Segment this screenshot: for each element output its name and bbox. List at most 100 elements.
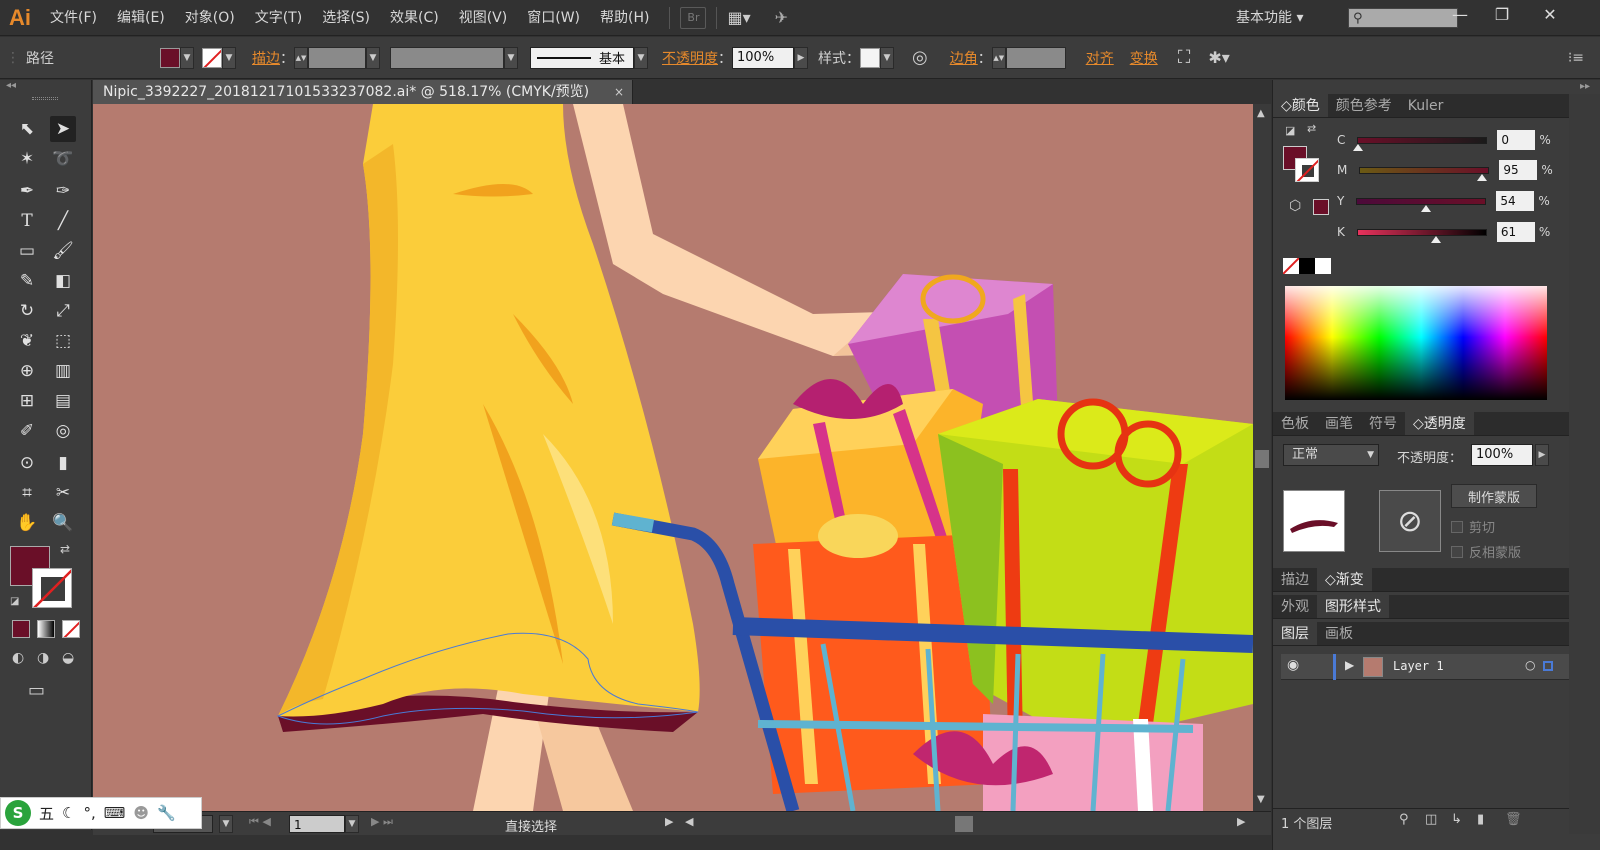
gradient-tool-icon[interactable]: ▤: [50, 388, 76, 414]
column-graph-tool-icon[interactable]: ▮: [50, 450, 76, 476]
curvature-tool-icon[interactable]: ✑: [50, 178, 76, 204]
object-thumbnail[interactable]: [1283, 490, 1345, 552]
cyan-slider-thumb[interactable]: [1353, 143, 1364, 151]
target-icon[interactable]: ○: [1525, 658, 1535, 672]
variable-width-profile[interactable]: [390, 46, 504, 69]
minimize-button[interactable]: —: [1440, 0, 1480, 28]
corner-stepper[interactable]: ▲▼: [991, 46, 1006, 69]
horizontal-scroll-thumb[interactable]: [955, 816, 973, 832]
artboard-canvas[interactable]: [93, 104, 1253, 811]
pen-tool-icon[interactable]: ✒: [14, 178, 40, 204]
menu-effect[interactable]: 效果(C): [380, 0, 449, 36]
fill-dropdown[interactable]: ▼: [180, 46, 194, 69]
panel-collapse-icon[interactable]: ◂◂: [6, 80, 16, 91]
tab-symbols[interactable]: 符号: [1361, 412, 1405, 435]
hscroll-left-icon[interactable]: ◀: [685, 815, 693, 828]
black-input[interactable]: 61: [1496, 222, 1535, 242]
tab-close-icon[interactable]: ×: [614, 80, 624, 104]
transform-link[interactable]: 变换: [1130, 48, 1158, 68]
transparency-opacity-input[interactable]: 100%: [1471, 444, 1533, 466]
tab-brushes[interactable]: 画笔: [1317, 412, 1361, 435]
graphic-style-swatch[interactable]: [860, 47, 880, 68]
none-mode-icon[interactable]: [62, 620, 80, 638]
panel-menu-icon[interactable]: ⁝≡: [1568, 50, 1584, 66]
warp-tool-icon[interactable]: ❦: [14, 328, 40, 354]
perspective-grid-tool-icon[interactable]: ▥: [50, 358, 76, 384]
menu-select[interactable]: 选择(S): [312, 0, 380, 36]
make-clipping-mask-icon[interactable]: ◫: [1425, 812, 1437, 827]
layer-name[interactable]: Layer 1: [1393, 659, 1444, 673]
menu-type[interactable]: 文字(T): [245, 0, 312, 36]
magenta-slider[interactable]: [1359, 166, 1490, 181]
tab-stroke[interactable]: 描边: [1273, 568, 1317, 591]
status-menu-icon[interactable]: ▶: [665, 815, 673, 828]
stroke-color-swatch[interactable]: [32, 568, 72, 608]
draw-behind-icon[interactable]: ◑: [37, 650, 49, 666]
swap-fill-stroke-icon[interactable]: ⇄: [60, 542, 70, 556]
menu-view[interactable]: 视图(V): [449, 0, 518, 36]
hand-tool-icon[interactable]: ✋: [14, 510, 40, 536]
tab-color-guide[interactable]: 颜色参考: [1328, 94, 1400, 117]
ime-mode-label[interactable]: 五: [39, 803, 54, 824]
tab-layers[interactable]: 图层: [1273, 622, 1317, 645]
direct-selection-tool-icon[interactable]: ➤: [50, 116, 76, 142]
zoom-dropdown[interactable]: ▼: [219, 815, 233, 833]
stroke-link[interactable]: 描边: [252, 48, 280, 68]
blend-mode-select[interactable]: 正常 ▼: [1283, 444, 1379, 466]
ime-logo-icon[interactable]: S: [5, 800, 31, 826]
dock-collapse-icon[interactable]: ▸▸: [1580, 81, 1590, 92]
tab-gradient[interactable]: ◇渐变: [1317, 568, 1372, 591]
black-slider[interactable]: [1356, 228, 1487, 243]
opacity-input[interactable]: 100%: [732, 46, 794, 69]
gamut-swatch[interactable]: [1313, 199, 1329, 215]
white-color-chip[interactable]: [1315, 258, 1331, 274]
isolate-icon[interactable]: ⛶: [1178, 47, 1191, 68]
delete-layer-icon[interactable]: 🗑: [1505, 812, 1522, 827]
gradient-mode-icon[interactable]: [37, 620, 55, 638]
puppet-warp-icon[interactable]: ✱▾: [1208, 48, 1229, 67]
make-mask-button[interactable]: 制作蒙版: [1451, 484, 1537, 508]
recolor-artwork-icon[interactable]: ◎: [912, 47, 928, 68]
menu-window[interactable]: 窗口(W): [517, 0, 590, 36]
artboard-number-input[interactable]: 1: [289, 815, 345, 833]
layer-row[interactable]: ◉ ▶ Layer 1 ○: [1281, 654, 1569, 680]
panel-stroke-swatch[interactable]: [1295, 158, 1319, 182]
wrench-icon[interactable]: 🔧: [157, 804, 176, 822]
transparency-opacity-arrow[interactable]: ▶: [1535, 444, 1549, 466]
corner-input[interactable]: [1005, 46, 1066, 69]
fill-swatch[interactable]: [160, 47, 180, 68]
yellow-slider[interactable]: [1356, 197, 1487, 212]
width-profile-dropdown[interactable]: ▼: [504, 46, 518, 69]
arrange-documents-icon[interactable]: ▦▾: [727, 8, 750, 27]
menu-help[interactable]: 帮助(H): [590, 0, 659, 36]
swap-colors-icon[interactable]: ⇄: [1307, 122, 1316, 135]
invert-mask-checkbox[interactable]: [1451, 545, 1463, 558]
tab-transparency[interactable]: ◇透明度: [1405, 412, 1474, 435]
magenta-input[interactable]: 95: [1499, 160, 1538, 180]
brush-dropdown[interactable]: ▼: [634, 46, 648, 69]
rectangle-tool-icon[interactable]: ▭: [14, 238, 40, 264]
selection-tool-icon[interactable]: ⬉: [14, 116, 40, 142]
artboard-nav-next-icon[interactable]: ▶ ⏭: [371, 815, 393, 829]
menu-object[interactable]: 对象(O): [175, 0, 245, 36]
draw-inside-icon[interactable]: ◒: [62, 650, 74, 666]
tab-swatches[interactable]: 色板: [1273, 412, 1317, 435]
eyedropper-tool-icon[interactable]: ✐: [14, 418, 40, 444]
punctuation-icon[interactable]: °,: [83, 804, 95, 822]
opacity-arrow[interactable]: ▶: [794, 46, 808, 69]
document-tab[interactable]: Nipic_3392227_20181217101533237082.ai* @…: [93, 80, 633, 104]
paintbrush-tool-icon[interactable]: 🖌: [50, 238, 76, 264]
locate-object-icon[interactable]: ⚲: [1399, 812, 1409, 827]
out-of-gamut-icon[interactable]: ⬡: [1289, 198, 1301, 214]
shape-builder-tool-icon[interactable]: ⊕: [14, 358, 40, 384]
vertical-scrollbar[interactable]: ▲ ▼: [1253, 104, 1271, 811]
tab-artboards[interactable]: 画板: [1317, 622, 1361, 645]
opacity-link[interactable]: 不透明度: [662, 48, 718, 68]
gpu-performance-icon[interactable]: ✈: [775, 8, 788, 27]
tab-appearance[interactable]: 外观: [1273, 595, 1317, 618]
draw-normal-icon[interactable]: ◐: [12, 650, 24, 666]
close-button[interactable]: ✕: [1530, 0, 1570, 28]
lasso-tool-icon[interactable]: ➰: [50, 146, 76, 172]
eye-visibility-icon[interactable]: ◉: [1287, 657, 1299, 673]
expand-arrow-icon[interactable]: ▶: [1345, 658, 1354, 672]
